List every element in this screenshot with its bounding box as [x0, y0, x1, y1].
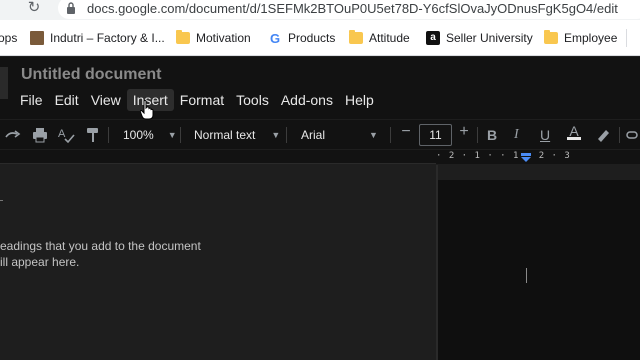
paint-format-icon[interactable] — [84, 125, 102, 145]
zoom-select[interactable]: 100% ▼ — [123, 125, 177, 145]
style-value: Normal text — [194, 128, 256, 142]
menu-file[interactable]: File — [14, 89, 49, 111]
highlight-icon[interactable] — [594, 125, 612, 145]
bookmark-indutri[interactable]: Indutri – Factory & I... — [30, 30, 165, 46]
font-select[interactable]: Arial ▼ — [301, 125, 378, 145]
style-select[interactable]: Normal text ▼ — [194, 125, 280, 145]
indent-marker-icon[interactable] — [520, 153, 532, 162]
google-icon: G — [269, 30, 281, 46]
bookmark-label: Employee — [564, 31, 618, 45]
italic-button[interactable]: I — [514, 125, 519, 145]
bookmark-label: Attitude — [369, 31, 410, 45]
bold-icon: B — [487, 127, 498, 143]
toolbar-divider — [390, 127, 391, 143]
italic-icon: I — [514, 127, 519, 142]
outline-divider — [0, 200, 3, 201]
bookmark-attitude[interactable]: Attitude — [349, 30, 410, 46]
menu-add-ons[interactable]: Add-ons — [275, 89, 339, 111]
bookmark-label: Products — [288, 31, 336, 45]
bold-button[interactable]: B — [487, 125, 497, 145]
toolbar: A 100% ▼ Normal text ▼ Arial ▼ − 11 + B … — [0, 119, 640, 149]
bookmark-products[interactable]: G Products — [268, 30, 335, 46]
folder-icon — [176, 30, 190, 44]
chevron-down-icon: ▼ — [271, 130, 281, 140]
chevron-down-icon: ▼ — [167, 130, 177, 140]
underline-icon: U — [540, 127, 551, 143]
amazon-icon: a — [426, 31, 440, 45]
underline-button[interactable]: U — [540, 125, 550, 145]
decrease-font-size-button[interactable]: − — [396, 123, 416, 143]
toolbar-divider — [180, 127, 181, 143]
chevron-down-icon: ▼ — [369, 130, 378, 140]
ruler-row: · 2 · 1 · · 1 · 2 · 3 — [0, 150, 640, 164]
toolbar-divider — [477, 127, 478, 143]
bookmarks-bar: ops Indutri – Factory & I... Motivation … — [0, 20, 640, 56]
text-color-button[interactable]: A — [567, 123, 581, 145]
bookmark-apps[interactable]: ops — [0, 30, 17, 46]
menu-bar: File Edit View Insert Format Tools Add-o… — [14, 89, 380, 111]
font-value: Arial — [301, 128, 326, 142]
menu-view[interactable]: View — [85, 89, 127, 111]
bookmark-label: Seller University — [446, 31, 533, 45]
folder-icon — [544, 30, 558, 44]
outline-text-line: eadings that you add to the document — [0, 239, 201, 253]
increase-font-size-button[interactable]: + — [454, 123, 474, 143]
lock-icon[interactable] — [66, 2, 76, 14]
spellcheck-icon[interactable]: A — [56, 125, 76, 145]
folder-icon — [349, 30, 363, 44]
docs-logo-icon[interactable] — [0, 67, 8, 99]
browser-address-row: ↻ docs.google.com/document/d/1SEFMk2BTOu… — [0, 0, 640, 20]
bookmark-motivation[interactable]: Motivation — [176, 30, 251, 46]
bookmark-employee[interactable]: Employee — [544, 30, 617, 46]
toolbar-divider — [619, 127, 620, 143]
zoom-value: 100% — [123, 128, 154, 142]
print-icon[interactable] — [31, 125, 49, 145]
hand-pointer-icon — [140, 100, 154, 120]
ruler-markings: · 2 · 1 · · 1 · 2 · 3 — [436, 151, 571, 161]
bookmarks-overflow[interactable] — [626, 29, 640, 47]
document-outline-panel: eadings that you add to the document ill… — [0, 165, 436, 360]
bookmark-label: Indutri – Factory & I... — [50, 31, 165, 45]
menu-tools[interactable]: Tools — [230, 89, 275, 111]
text-cursor — [526, 268, 527, 283]
toolbar-divider — [286, 127, 287, 143]
redo-icon[interactable] — [4, 125, 22, 145]
font-size-input[interactable]: 11 — [419, 124, 452, 146]
bookmark-seller-university[interactable]: a Seller University — [426, 30, 533, 46]
color-swatch — [567, 137, 581, 140]
outline-text-line: ill appear here. — [0, 255, 80, 269]
site-favicon-icon — [30, 31, 44, 45]
reload-icon[interactable]: ↻ — [25, 0, 43, 18]
menu-help[interactable]: Help — [339, 89, 380, 111]
docs-header: Untitled document File Edit View Insert … — [0, 57, 640, 119]
bookmark-label: ops — [0, 31, 18, 45]
menu-edit[interactable]: Edit — [49, 89, 85, 111]
document-title[interactable]: Untitled document — [21, 66, 161, 84]
menu-format[interactable]: Format — [174, 89, 230, 111]
url-text[interactable]: docs.google.com/document/d/1SEFMk2BTOuP0… — [87, 1, 618, 16]
outline-empty-message: eadings that you add to the document ill… — [0, 238, 201, 270]
svg-text:A: A — [58, 128, 66, 140]
link-icon[interactable] — [626, 125, 640, 145]
toolbar-divider — [108, 127, 109, 143]
bookmark-label: Motivation — [196, 31, 251, 45]
document-page[interactable] — [438, 180, 640, 360]
